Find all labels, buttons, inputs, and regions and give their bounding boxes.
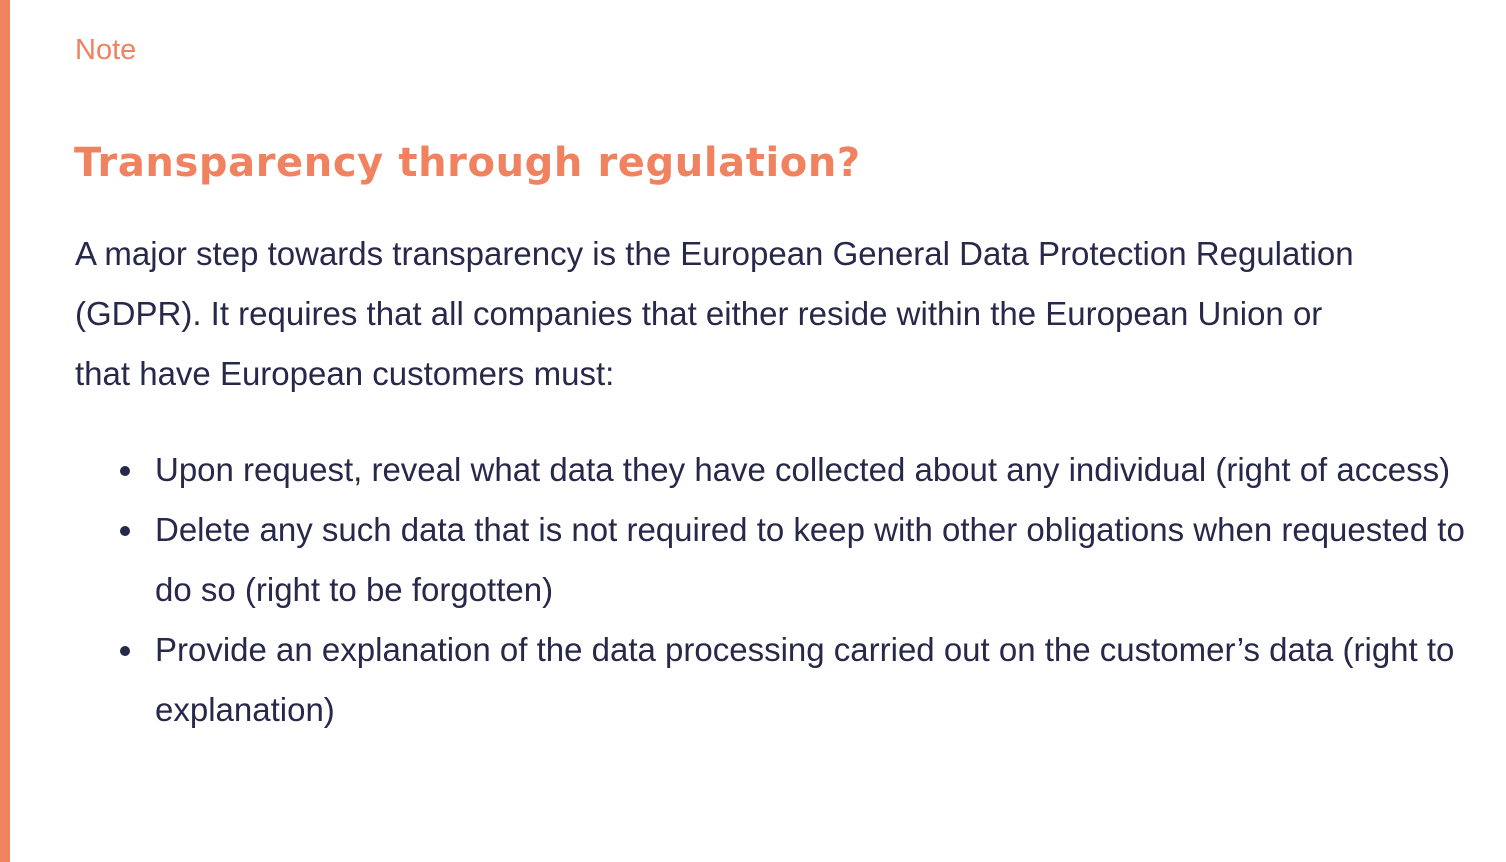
list-item: Upon request, reveal what data they have… xyxy=(75,440,1495,500)
list-item: Provide an explanation of the data proce… xyxy=(75,620,1495,740)
note-box: Note Transparency through regulation? A … xyxy=(0,0,1506,862)
note-label: Note xyxy=(75,34,137,66)
bullet-icon xyxy=(120,526,130,536)
accent-bar xyxy=(0,0,10,862)
list-item-text: Upon request, reveal what data they have… xyxy=(155,451,1451,488)
bullet-icon xyxy=(120,646,130,656)
list-item-text: Provide an explanation of the data proce… xyxy=(155,631,1455,728)
bullet-icon xyxy=(120,466,130,476)
bullet-list: Upon request, reveal what data they have… xyxy=(75,440,1495,740)
intro-paragraph: A major step towards transparency is the… xyxy=(75,235,1354,392)
list-item-text: Delete any such data that is not require… xyxy=(155,511,1465,608)
list-item: Delete any such data that is not require… xyxy=(75,500,1495,620)
note-title: Transparency through regulation? xyxy=(74,140,861,186)
